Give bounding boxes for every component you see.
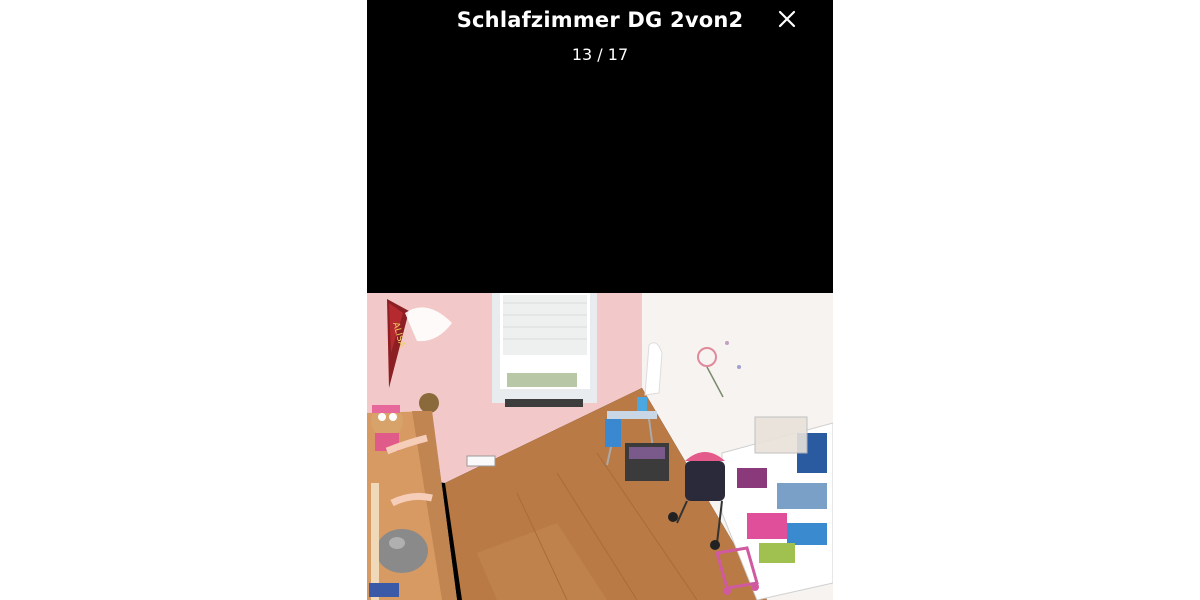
close-button[interactable] [772, 4, 802, 34]
room-photo[interactable]: ALISA [367, 293, 833, 600]
room-photo-illustration: ALISA [367, 293, 833, 600]
lightbox-viewer: Schlafzimmer DG 2von2 13 / 17 ALISA [367, 0, 833, 600]
close-icon [778, 10, 796, 28]
photo-title: Schlafzimmer DG 2von2 [456, 8, 744, 32]
photo-counter: 13 / 17 [571, 45, 629, 64]
